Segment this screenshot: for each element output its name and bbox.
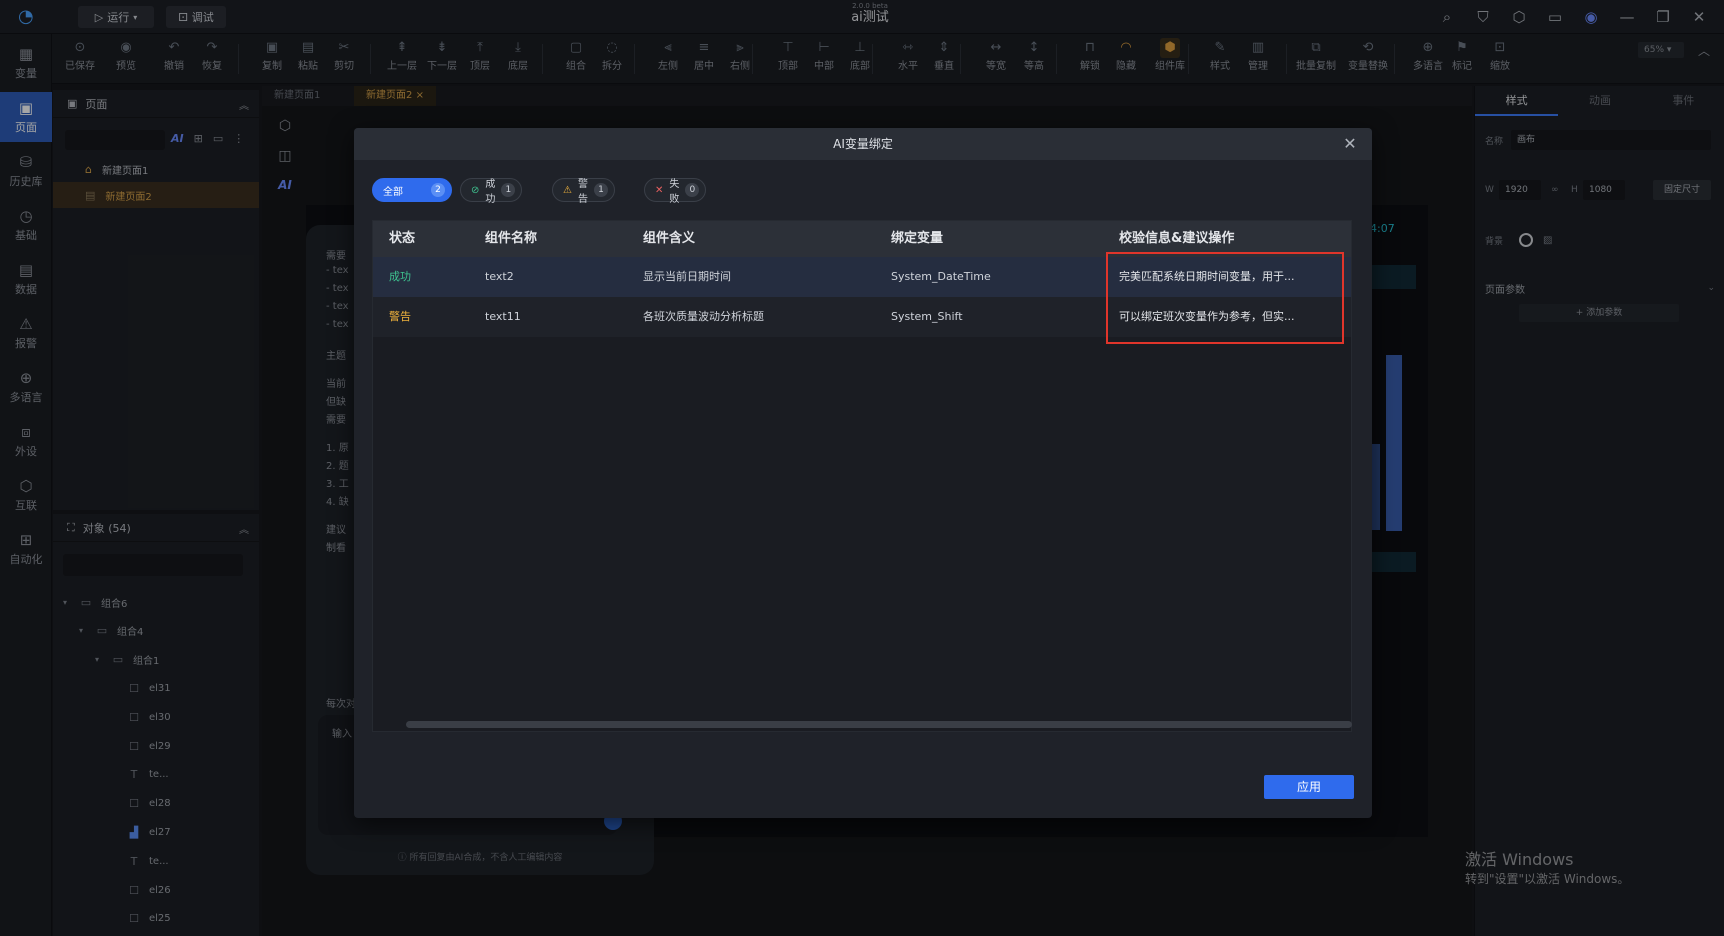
highlight-annotation-box — [1106, 252, 1344, 344]
row-component-meaning: 各班次质量波动分析标题 — [643, 310, 764, 323]
filter-label: 成功 — [485, 179, 496, 205]
column-bound-variable: 绑定变量 — [891, 231, 944, 246]
row-bound-variable: System_DateTime — [891, 270, 991, 283]
row-component-name: text11 — [485, 310, 521, 323]
row-status: 警告 — [389, 310, 411, 323]
row-component-name: text2 — [485, 270, 514, 283]
ai-variable-binding-dialog: AI变量绑定 ✕ 全部 2 ⊘ 成功 1 ⚠ 警告 1 ✕ 失败 0 状态 组件… — [354, 128, 1372, 818]
check-circle-icon: ⊘ — [471, 184, 480, 196]
filter-count: 0 — [685, 183, 700, 197]
dialog-header: AI变量绑定 ✕ — [354, 128, 1372, 160]
horizontal-scrollbar[interactable] — [406, 721, 1352, 728]
filter-fail[interactable]: ✕ 失败 0 — [644, 178, 707, 205]
dialog-title: AI变量绑定 — [833, 137, 893, 151]
row-bound-variable: System_Shift — [891, 310, 963, 323]
filter-all[interactable]: 全部 2 — [372, 178, 452, 202]
warning-icon: ⚠ — [563, 184, 572, 196]
filter-count: 1 — [501, 183, 516, 197]
filter-warning[interactable]: ⚠ 警告 1 — [552, 178, 615, 205]
close-dialog-icon[interactable]: ✕ — [1340, 134, 1360, 154]
column-component-name: 组件名称 — [485, 231, 538, 246]
filter-label: 警告 — [577, 179, 588, 205]
filter-success[interactable]: ⊘ 成功 1 — [460, 178, 523, 205]
apply-button[interactable]: 应用 — [1264, 775, 1354, 799]
column-status: 状态 — [389, 231, 416, 246]
filter-count: 2 — [431, 183, 445, 197]
filter-label: 失败 — [669, 179, 680, 205]
x-icon: ✕ — [655, 184, 664, 196]
filter-count: 1 — [593, 183, 608, 197]
row-component-meaning: 显示当前日期时间 — [643, 270, 731, 283]
filter-label: 全部 — [383, 186, 403, 198]
row-status: 成功 — [389, 270, 411, 283]
column-component-meaning: 组件含义 — [643, 231, 696, 246]
